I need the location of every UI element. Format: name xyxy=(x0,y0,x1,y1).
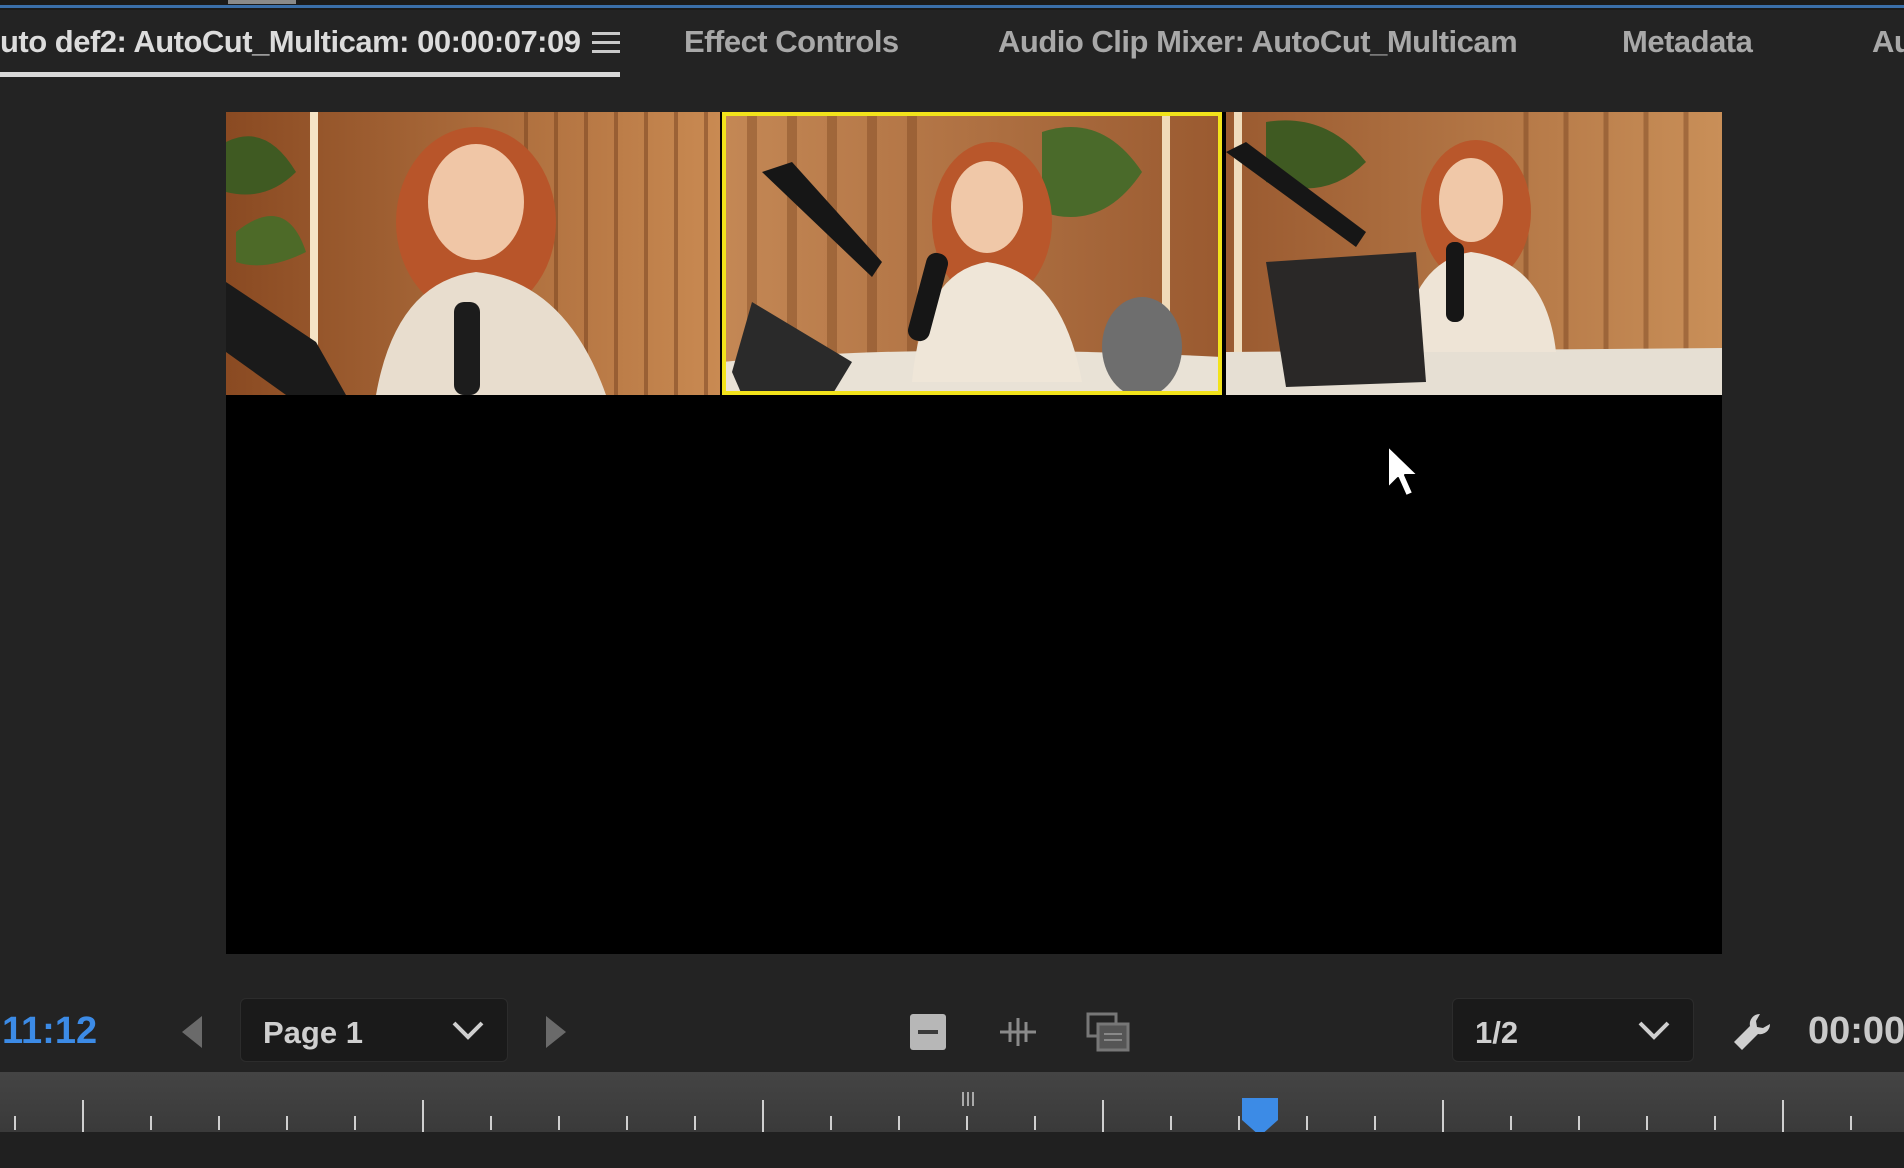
ruler-tick xyxy=(218,1116,220,1130)
multicam-monitor xyxy=(226,112,1722,954)
ruler-tick xyxy=(626,1116,628,1130)
ruler-tick xyxy=(14,1116,16,1130)
time-ruler[interactable] xyxy=(0,1072,1904,1136)
ruler-tick xyxy=(1374,1116,1376,1130)
audio-follow-icon[interactable] xyxy=(996,1010,1040,1054)
ruler-tick xyxy=(898,1116,900,1130)
tab-effect-controls[interactable]: Effect Controls xyxy=(684,24,899,60)
ruler-tick xyxy=(762,1100,764,1132)
ruler-tick xyxy=(1102,1100,1104,1132)
triangle-left-icon[interactable] xyxy=(180,1014,204,1050)
page-select[interactable]: Page 1 xyxy=(240,998,508,1062)
mouse-cursor-icon xyxy=(1387,445,1419,497)
camera-angle-2[interactable] xyxy=(722,112,1222,395)
ruler-tick xyxy=(694,1116,696,1130)
ruler-tick xyxy=(1714,1116,1716,1130)
camera-2-frame xyxy=(722,112,1222,395)
active-tab-underline xyxy=(0,72,620,77)
panel-tab-bar: uto def2: AutoCut_Multicam: 00:00:07:09 … xyxy=(0,10,1904,88)
camera-1-frame xyxy=(226,112,720,395)
ruler-tick xyxy=(1578,1116,1580,1130)
ruler-tick xyxy=(422,1100,424,1132)
ruler-tick xyxy=(1170,1116,1172,1130)
tab-overflow[interactable]: Au xyxy=(1872,24,1904,60)
ruler-tick xyxy=(150,1116,152,1130)
bottom-strip xyxy=(0,1132,1904,1168)
ruler-tick xyxy=(1782,1100,1784,1132)
split-select-value: 1/2 xyxy=(1475,1015,1519,1050)
chevron-down-icon xyxy=(1638,1021,1670,1040)
ruler-tick xyxy=(82,1100,84,1132)
split-select[interactable]: 1/2 xyxy=(1452,998,1694,1062)
ruler-tick xyxy=(1850,1116,1852,1130)
triangle-right-icon[interactable] xyxy=(544,1014,568,1050)
ruler-tick xyxy=(354,1116,356,1130)
camera-angle-3[interactable] xyxy=(1226,112,1722,395)
tab-multicam-source[interactable]: uto def2: AutoCut_Multicam: 00:00:07:09 xyxy=(0,24,581,60)
monitor-controls: 11:12 Page 1 1/2 00:00 xyxy=(0,990,1904,1070)
ruler-tick xyxy=(1646,1116,1648,1130)
page-select-value: Page 1 xyxy=(263,1015,363,1050)
chevron-down-icon xyxy=(452,1021,484,1040)
ruler-tick xyxy=(286,1116,288,1130)
camera-angle-1[interactable] xyxy=(226,112,720,395)
ruler-tick xyxy=(1306,1116,1308,1130)
focus-line xyxy=(0,5,1904,8)
hamburger-menu-icon[interactable] xyxy=(592,32,620,56)
ruler-tick xyxy=(490,1116,492,1130)
wrench-icon[interactable] xyxy=(1730,1010,1774,1054)
panel-drag-grip[interactable] xyxy=(228,0,296,4)
ruler-tick xyxy=(558,1116,560,1130)
multi-camera-icon[interactable] xyxy=(1086,1010,1130,1054)
tab-metadata[interactable]: Metadata xyxy=(1622,24,1753,60)
duration-timecode: 00:00 xyxy=(1808,1010,1904,1052)
single-camera-icon[interactable] xyxy=(906,1010,950,1054)
ruler-tick xyxy=(966,1116,968,1130)
tab-audio-clip-mixer[interactable]: Audio Clip Mixer: AutoCut_Multicam xyxy=(998,24,1518,60)
ruler-tick xyxy=(1442,1100,1444,1132)
playhead-timecode[interactable]: 11:12 xyxy=(2,1010,97,1053)
ruler-tick xyxy=(830,1116,832,1130)
ruler-tick xyxy=(1034,1116,1036,1130)
camera-3-frame xyxy=(1226,112,1722,395)
top-border xyxy=(0,0,1904,10)
ruler-tick xyxy=(1510,1116,1512,1130)
